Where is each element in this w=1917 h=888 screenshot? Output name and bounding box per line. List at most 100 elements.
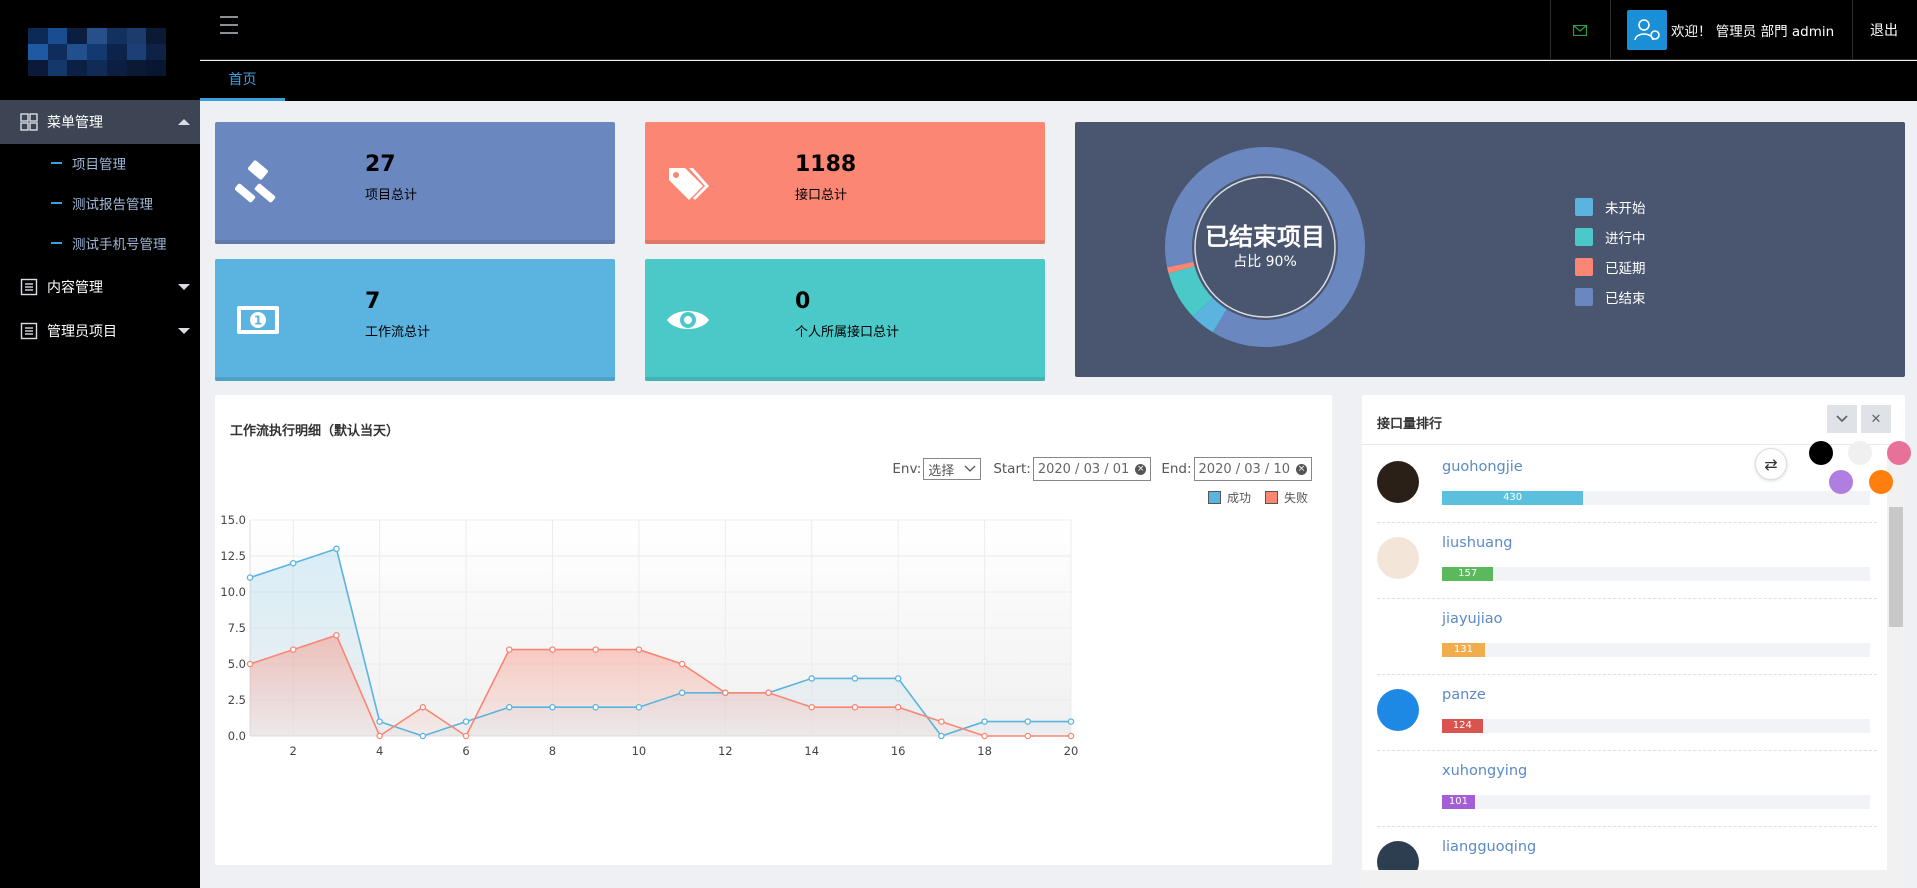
clear-icon[interactable]: ×	[1135, 463, 1147, 475]
content-management-group[interactable]: 内容管理	[0, 265, 200, 309]
data-point-fail[interactable]	[549, 646, 556, 653]
data-point-fail[interactable]	[462, 732, 470, 740]
ranking-user-name[interactable]: guohongjie	[1442, 459, 1523, 475]
data-point-fail[interactable]	[289, 646, 297, 653]
ranking-progress-track: 430	[1442, 491, 1870, 505]
data-point-fail[interactable]	[592, 646, 599, 653]
data-point-success[interactable]	[1067, 718, 1075, 725]
data-point-success[interactable]	[549, 703, 556, 711]
sidebar-item-project-management[interactable]: 项目管理	[0, 143, 200, 183]
data-point-fail[interactable]	[376, 732, 383, 740]
data-point-fail[interactable]	[419, 703, 427, 711]
theme-color-dot[interactable]	[1848, 441, 1872, 465]
legend-item-in-progress[interactable]: 进行中	[1575, 222, 1646, 252]
apis-total-card[interactable]: 1188 接口总计	[645, 122, 1045, 244]
ranking-user-name[interactable]: liangguoqing	[1442, 839, 1536, 855]
theme-color-dot[interactable]	[1869, 470, 1893, 494]
data-point-fail[interactable]	[981, 732, 988, 740]
theme-switch-button[interactable]: ⇄	[1755, 448, 1787, 480]
data-point-fail[interactable]	[765, 689, 772, 697]
ranking-user-name[interactable]: panze	[1442, 687, 1486, 703]
project-status-donut: 已结束项目 占比 90%	[1165, 146, 1365, 347]
y-tick-label: 7.5	[228, 621, 246, 635]
data-point-fail[interactable]	[1024, 732, 1032, 740]
data-point-success[interactable]	[635, 703, 643, 711]
data-point-success[interactable]	[938, 732, 945, 740]
tab-home[interactable]: 首页	[200, 61, 285, 101]
end-date-input[interactable]: 2020 / 03 / 10 ×	[1193, 457, 1312, 481]
ranking-item[interactable]: guohongjie 430	[1377, 447, 1877, 523]
data-point-success[interactable]	[333, 545, 340, 553]
theme-color-dot[interactable]	[1829, 470, 1853, 494]
y-tick-label: 10.0	[220, 585, 246, 599]
theme-color-dot[interactable]	[1887, 441, 1911, 465]
admin-projects-group[interactable]: 管理员项目	[0, 309, 200, 353]
data-point-success[interactable]	[462, 718, 470, 725]
data-point-fail[interactable]	[635, 646, 643, 653]
legend-label-success: 成功	[1226, 491, 1251, 505]
sidebar-item-test-report[interactable]: 测试报告管理	[0, 183, 200, 223]
data-point-fail[interactable]	[722, 689, 729, 697]
data-point-success[interactable]	[506, 703, 513, 711]
user-menu[interactable]: 欢迎！ 管理员 部門 admin	[1627, 0, 1834, 60]
data-point-success[interactable]	[678, 689, 686, 697]
hamburger-menu-icon[interactable]	[220, 16, 240, 38]
data-point-success[interactable]	[981, 718, 988, 725]
ranking-user-name[interactable]: jiayujiao	[1442, 611, 1503, 627]
menu-management-label: 菜单管理	[47, 115, 103, 131]
data-point-success[interactable]	[246, 574, 254, 581]
scrollbar-thumb[interactable]	[1889, 507, 1903, 627]
legend-item-finished[interactable]: 已结束	[1575, 282, 1646, 312]
sidebar-item-test-phone[interactable]: 测试手机号管理	[0, 223, 200, 263]
ranking-progress-bar: 124	[1442, 719, 1483, 733]
x-tick-label: 10	[632, 744, 647, 758]
data-point-success[interactable]	[289, 559, 297, 567]
data-point-fail[interactable]	[808, 703, 815, 711]
personal-apis-card[interactable]: 0 个人所属接口总计	[645, 259, 1045, 381]
logo-pixel	[126, 28, 147, 44]
donut-center-subtitle: 占比 90%	[1233, 254, 1297, 270]
theme-color-dot[interactable]	[1809, 441, 1833, 465]
workflows-total-card[interactable]: 1 7 工作流总计	[215, 259, 615, 381]
data-point-fail[interactable]	[1067, 732, 1075, 740]
logo-pixel	[146, 60, 166, 76]
horizontal-scrollbar[interactable]	[1362, 870, 1887, 888]
svg-text:1: 1	[254, 314, 262, 328]
ranking-item[interactable]: jiayujiao 131	[1377, 599, 1877, 675]
ranking-item[interactable]: panze 124	[1377, 675, 1877, 751]
legend-item-not-started[interactable]: 未开始	[1575, 192, 1646, 222]
mail-button[interactable]	[1550, 0, 1610, 60]
data-point-success[interactable]	[808, 675, 815, 682]
ranking-item[interactable]: liushuang 157	[1377, 523, 1877, 599]
ranking-progress-track: 131	[1442, 643, 1870, 657]
data-point-success[interactable]	[592, 703, 599, 711]
collapse-button[interactable]	[1827, 405, 1857, 433]
logout-button[interactable]: 退出	[1870, 20, 1898, 40]
data-point-success[interactable]	[376, 718, 383, 725]
projects-total-card[interactable]: 27 项目总计	[215, 122, 615, 244]
legend-swatch-fail[interactable]	[1264, 491, 1278, 504]
legend-swatch-success[interactable]	[1207, 491, 1221, 504]
ranking-user-name[interactable]: xuhongying	[1442, 763, 1527, 779]
ranking-item[interactable]: xuhongying 101	[1377, 751, 1877, 827]
data-point-fail[interactable]	[246, 660, 254, 668]
clear-icon[interactable]: ×	[1296, 463, 1307, 475]
start-date-input[interactable]: 2020 / 03 / 01 ×	[1032, 457, 1152, 481]
logo-pixel	[106, 44, 127, 60]
legend-item-delayed[interactable]: 已延期	[1575, 252, 1646, 282]
data-point-fail[interactable]	[894, 703, 902, 711]
vertical-scrollbar[interactable]	[1887, 447, 1905, 888]
data-point-success[interactable]	[894, 675, 902, 682]
data-point-fail[interactable]	[506, 646, 513, 653]
menu-management-group[interactable]: 菜单管理	[0, 100, 200, 144]
data-point-fail[interactable]	[678, 660, 686, 668]
data-point-fail[interactable]	[851, 703, 859, 711]
env-select[interactable]: 选择	[923, 458, 982, 480]
ranking-user-name[interactable]: liushuang	[1442, 535, 1512, 551]
close-button[interactable]: ✕	[1861, 405, 1891, 433]
data-point-fail[interactable]	[938, 718, 945, 725]
data-point-fail[interactable]	[333, 631, 340, 639]
data-point-success[interactable]	[851, 675, 859, 682]
data-point-success[interactable]	[1024, 718, 1032, 725]
data-point-success[interactable]	[419, 732, 427, 740]
